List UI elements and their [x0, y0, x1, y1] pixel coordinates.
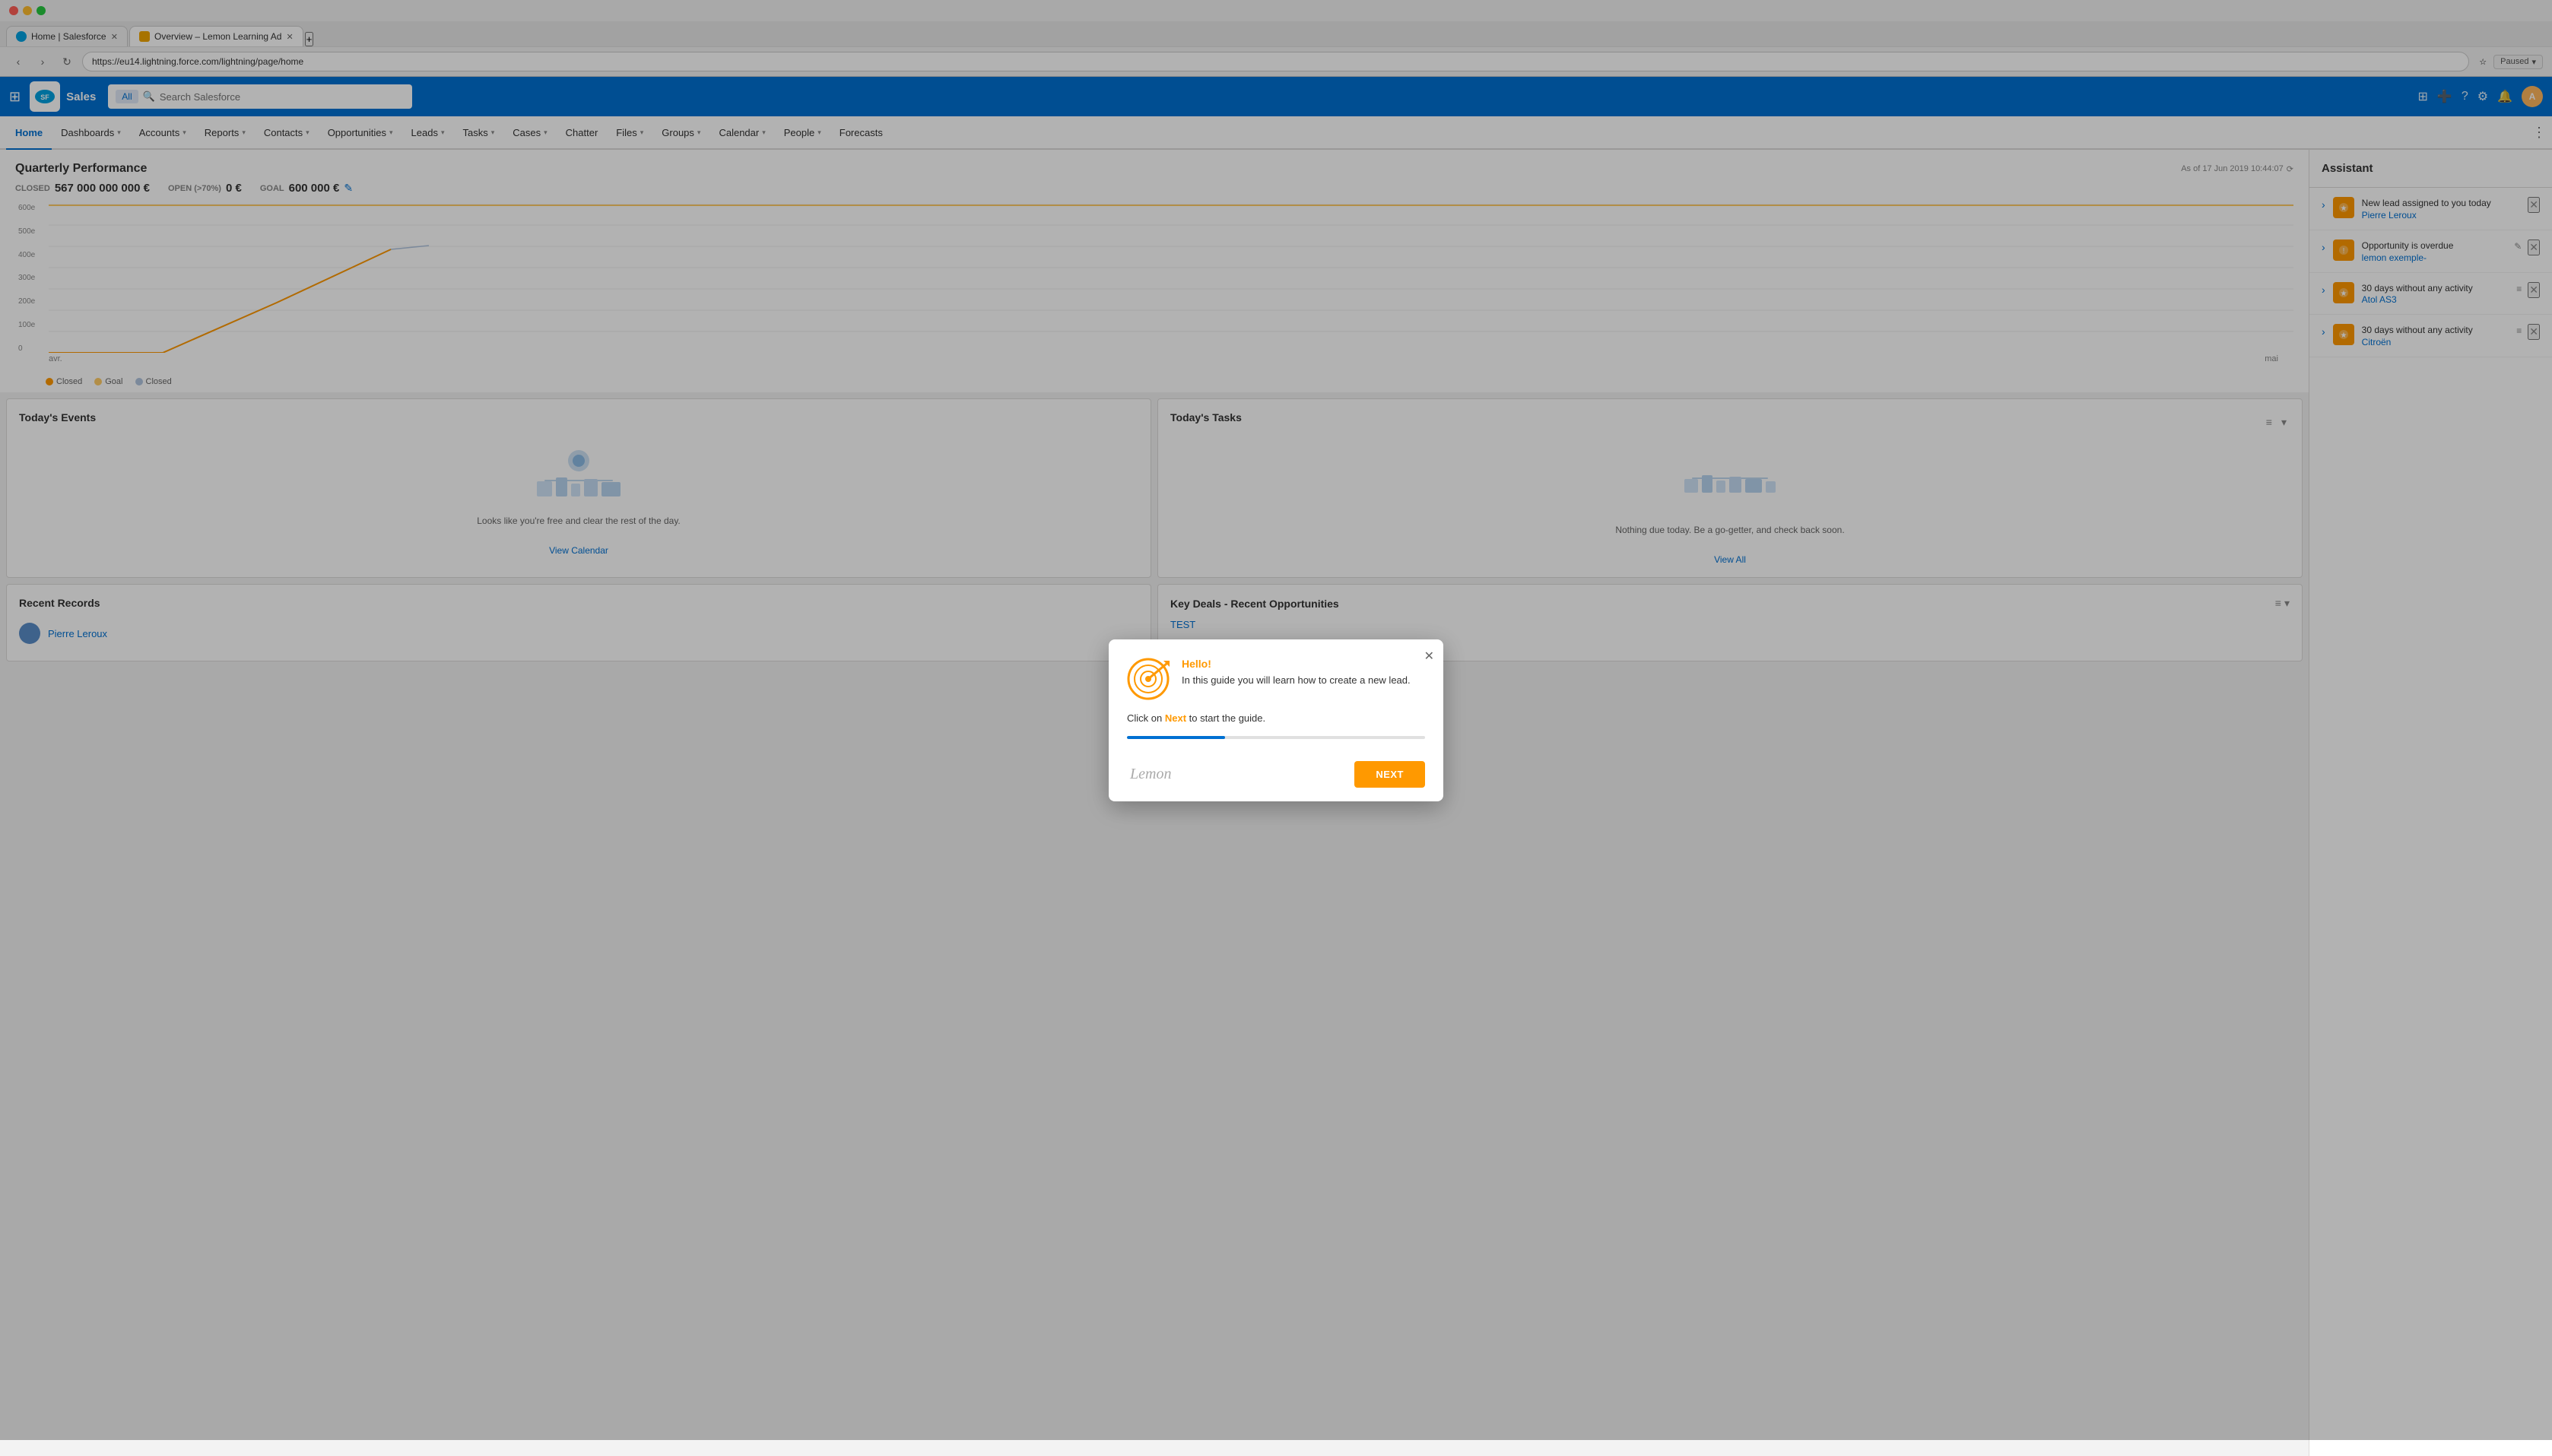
modal-content: Hello! In this guide you will learn how …	[1182, 658, 1425, 688]
next-button[interactable]: NEXT	[1354, 761, 1425, 788]
svg-text:Lemon: Lemon	[1129, 766, 1171, 782]
modal-footer: Lemon NEXT	[1109, 751, 1443, 801]
modal-click-instruction: Click on Next to start the guide.	[1127, 712, 1425, 724]
modal-close-button[interactable]: ✕	[1424, 649, 1434, 664]
lemon-logo: Lemon	[1127, 760, 1188, 789]
target-icon	[1127, 658, 1170, 700]
modal-progress-fill	[1127, 736, 1225, 739]
lemon-learning-modal: ✕ Hello! In this gu	[1109, 639, 1443, 801]
modal-overlay: ✕ Hello! In this gu	[0, 0, 2552, 1440]
modal-description: In this guide you will learn how to crea…	[1182, 673, 1425, 688]
modal-progress-bar	[1127, 736, 1425, 739]
modal-hello: Hello!	[1182, 658, 1425, 670]
